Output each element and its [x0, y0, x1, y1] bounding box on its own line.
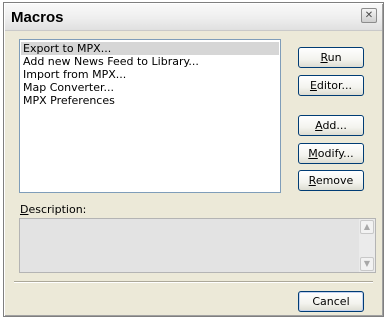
- separator: [14, 281, 373, 283]
- remove-button[interactable]: Remove: [298, 170, 364, 191]
- add-button[interactable]: Add...: [298, 115, 364, 136]
- modify-button[interactable]: Modify...: [298, 143, 364, 164]
- editor-button[interactable]: Editor...: [298, 75, 364, 96]
- modify-button-label: odify...: [317, 147, 354, 160]
- remove-button-accel: R: [308, 174, 316, 187]
- modify-button-accel: M: [308, 147, 318, 160]
- macro-list[interactable]: Export to MPX... Add new News Feed to Li…: [19, 39, 281, 193]
- description-scrollbar[interactable]: ▲ ▼: [359, 219, 375, 272]
- description-label-text: escription:: [28, 203, 87, 216]
- editor-button-accel: E: [309, 79, 317, 92]
- run-button[interactable]: Run: [298, 47, 364, 68]
- cancel-button[interactable]: Cancel: [298, 291, 364, 312]
- remove-button-label: emove: [315, 174, 354, 187]
- list-item[interactable]: Import from MPX...: [21, 68, 279, 81]
- list-item[interactable]: MPX Preferences: [21, 94, 279, 107]
- list-item[interactable]: Add new News Feed to Library...: [21, 55, 279, 68]
- add-button-label: dd...: [322, 119, 347, 132]
- scroll-up-arrow-icon[interactable]: ▲: [360, 220, 374, 234]
- run-button-label: un: [327, 51, 342, 64]
- scroll-down-arrow-icon[interactable]: ▼: [360, 257, 374, 271]
- editor-button-label: ditor...: [316, 79, 353, 92]
- run-button-accel: R: [320, 51, 328, 64]
- title-bar[interactable]: Macros ✕: [5, 4, 382, 31]
- close-icon[interactable]: ✕: [361, 8, 377, 23]
- list-item[interactable]: Map Converter...: [21, 81, 279, 94]
- macros-dialog: Macros ✕ Export to MPX... Add new News F…: [3, 2, 384, 317]
- description-field[interactable]: ▲ ▼: [19, 218, 376, 273]
- description-label: Description:: [20, 203, 86, 216]
- dialog-title: Macros: [11, 9, 64, 26]
- list-item[interactable]: Export to MPX...: [21, 42, 279, 55]
